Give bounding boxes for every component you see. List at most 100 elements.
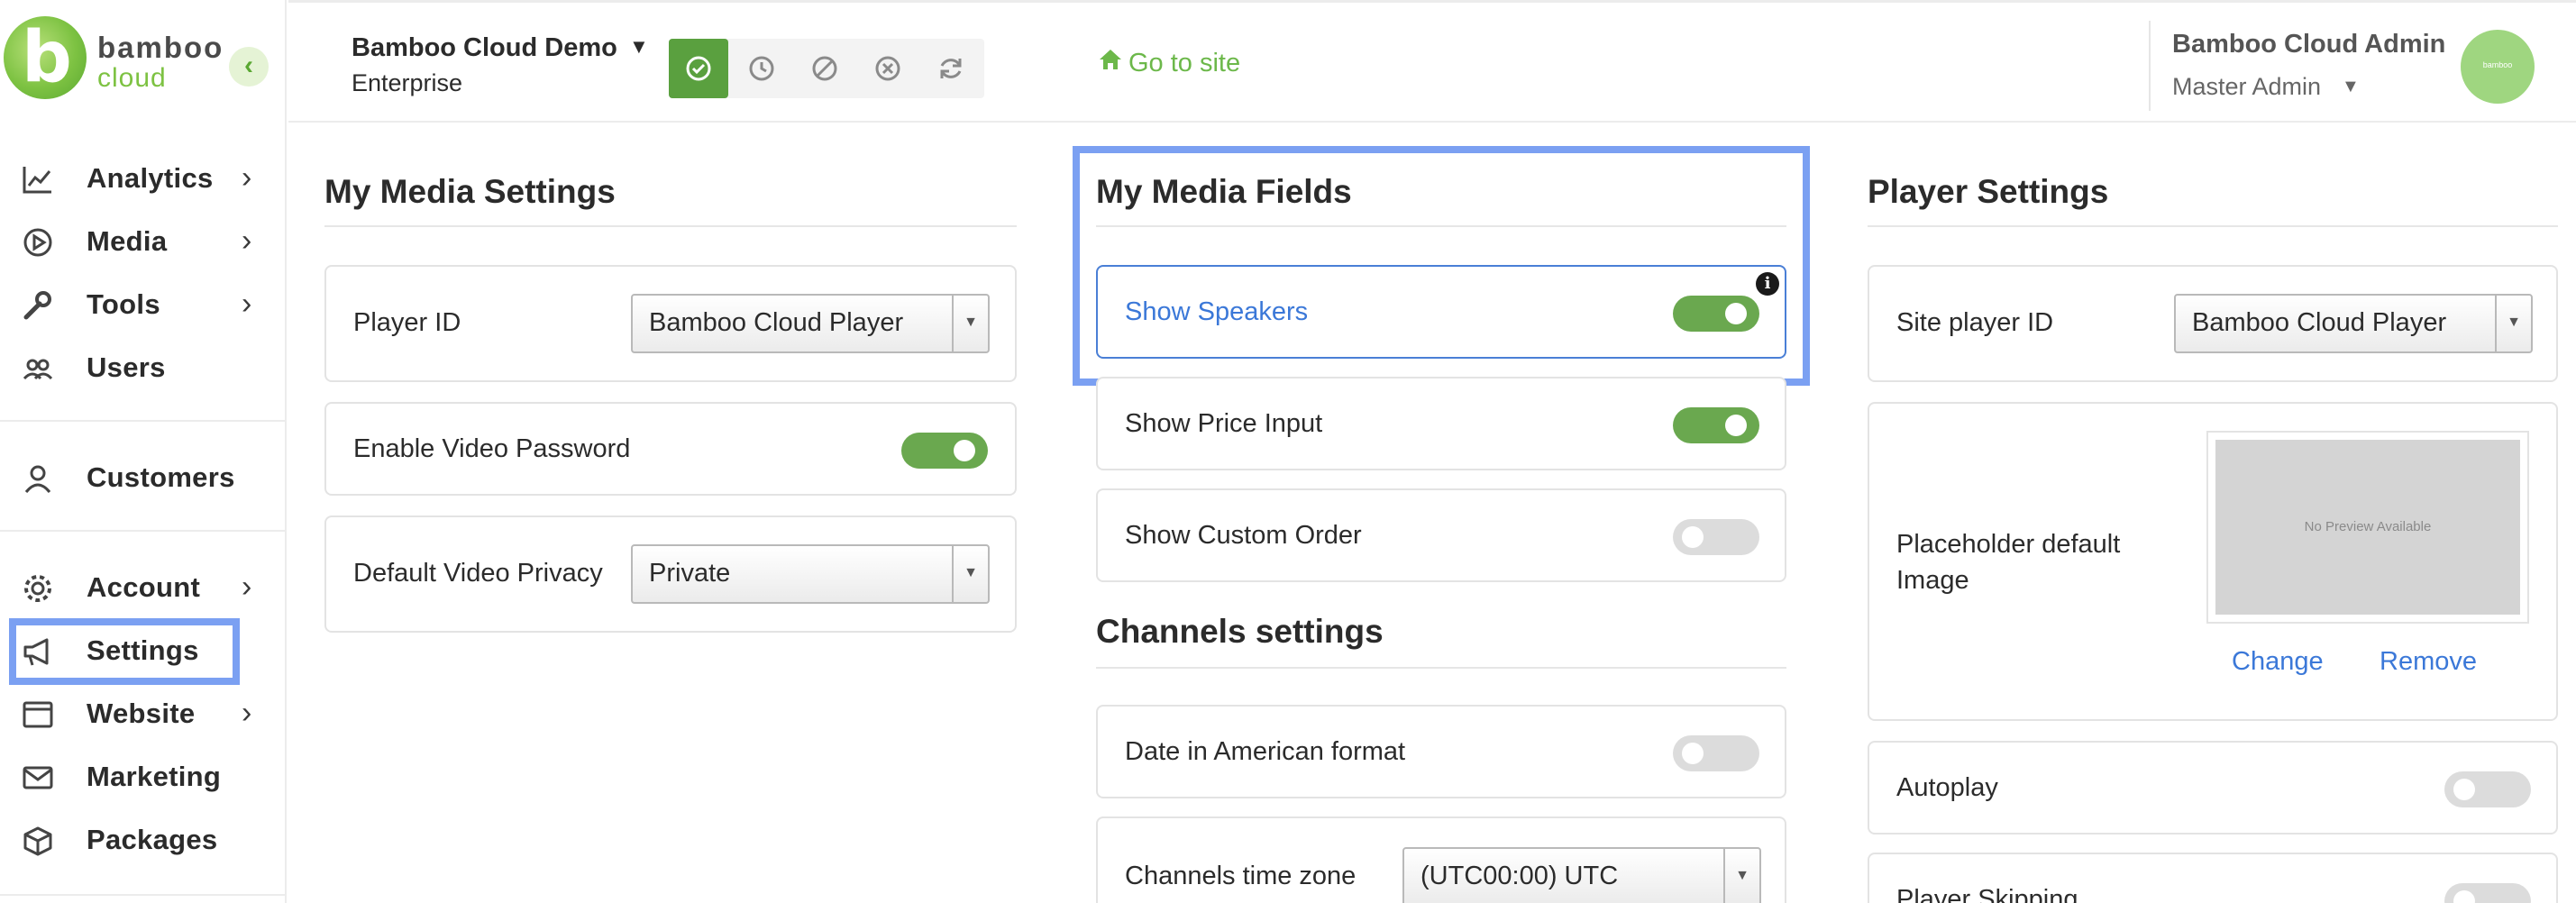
sidebar-divider	[0, 894, 287, 896]
chevron-right-icon: ›	[242, 287, 252, 321]
default-video-privacy-select[interactable]: Private ▼	[631, 544, 990, 604]
enable-video-password-toggle[interactable]	[901, 433, 988, 469]
sidebar-item-packages[interactable]: Packages	[0, 811, 287, 871]
date-american-format-toggle[interactable]	[1673, 735, 1759, 771]
channels-time-zone-card: Channels time zone (UTC00:00) UTC ▼	[1096, 816, 1786, 903]
autoplay-toggle[interactable]	[2444, 771, 2531, 807]
status-refresh-button[interactable]	[921, 39, 981, 98]
sidebar-item-media[interactable]: Media ›	[0, 213, 287, 272]
site-status-group	[669, 39, 984, 98]
preview-placeholder: No Preview Available	[2215, 440, 2520, 615]
player-skipping-label: Player Skipping	[1896, 885, 2078, 903]
sidebar-item-label: Packages	[87, 824, 218, 855]
show-price-input-toggle[interactable]	[1673, 407, 1759, 443]
toggle-knob	[1682, 743, 1704, 764]
site-player-id-label: Site player ID	[1896, 308, 2054, 337]
date-american-format-label: Date in American format	[1125, 737, 1406, 766]
show-custom-order-toggle[interactable]	[1673, 519, 1759, 555]
channels-settings-title: Channels settings	[1096, 613, 1384, 650]
site-player-id-select[interactable]: Bamboo Cloud Player ▼	[2174, 294, 2533, 353]
enable-video-password-label: Enable Video Password	[353, 434, 631, 463]
status-active-button[interactable]	[669, 39, 728, 98]
channels-time-zone-value: (UTC00:00) UTC	[1420, 862, 1619, 890]
toggle-knob	[1682, 526, 1704, 548]
status-disabled-button[interactable]	[795, 39, 854, 98]
sidebar-item-customers[interactable]: Customers	[0, 449, 287, 508]
chart-line-icon	[23, 167, 51, 194]
sidebar-item-website[interactable]: Website ›	[0, 685, 287, 744]
toggle-knob	[954, 440, 975, 461]
default-video-privacy-card: Default Video Privacy Private ▼	[324, 515, 1017, 633]
gear-icon	[24, 575, 51, 602]
show-custom-order-card: Show Custom Order	[1096, 488, 1786, 582]
avatar[interactable]: bamboo	[2461, 30, 2535, 104]
show-custom-order-label: Show Custom Order	[1125, 521, 1362, 550]
logo-text-bamboo: bamboo	[97, 31, 224, 64]
go-to-site-label: Go to site	[1128, 49, 1241, 78]
status-closed-button[interactable]	[858, 39, 918, 98]
sidebar-divider	[0, 420, 287, 422]
placeholder-image-label: Placeholder default Image	[1896, 530, 2121, 595]
date-american-format-card: Date in American format	[1096, 705, 1786, 798]
placeholder-image-preview: No Preview Available	[2206, 431, 2529, 624]
collapse-sidebar-button[interactable]: ‹	[229, 47, 269, 87]
toggle-knob	[2453, 890, 2475, 903]
box-icon	[23, 826, 52, 856]
sidebar: b bamboo cloud ‹ Analytics › Media › Too…	[0, 0, 287, 903]
user-role-dropdown[interactable]: Master Admin	[2172, 73, 2321, 101]
show-price-input-card: Show Price Input	[1096, 377, 1786, 470]
sidebar-item-account[interactable]: Account ›	[0, 559, 287, 618]
sidebar-item-label: Customers	[87, 461, 235, 493]
player-id-select[interactable]: Bamboo Cloud Player ▼	[631, 294, 990, 353]
select-arrow-icon: ▼	[1723, 849, 1759, 903]
site-name[interactable]: Bamboo Cloud Demo	[352, 33, 617, 63]
sidebar-item-users[interactable]: Users	[0, 339, 287, 398]
site-player-id-card: Site player ID Bamboo Cloud Player ▼	[1868, 265, 2558, 382]
avatar-logo: bamboo	[2482, 60, 2513, 69]
default-video-privacy-value: Private	[649, 559, 731, 588]
chevron-right-icon: ›	[242, 570, 252, 604]
play-circle-icon	[23, 228, 52, 257]
player-skipping-toggle[interactable]	[2444, 883, 2531, 903]
refresh-icon	[940, 59, 962, 78]
sidebar-item-analytics[interactable]: Analytics ›	[0, 150, 287, 209]
site-player-id-value: Bamboo Cloud Player	[2192, 308, 2447, 337]
envelope-icon	[23, 766, 53, 789]
top-header: Bamboo Cloud Demo ▼ Enterprise Go to sit…	[288, 0, 2576, 123]
select-arrow-icon: ▼	[2495, 296, 2531, 351]
settings-highlight-box	[9, 618, 240, 685]
change-image-link[interactable]: Change	[2232, 647, 2324, 677]
sidebar-item-label: Tools	[87, 288, 160, 320]
player-id-label: Player ID	[353, 308, 461, 337]
player-skipping-card: Player Skipping	[1868, 853, 2558, 903]
channels-time-zone-select[interactable]: (UTC00:00) UTC ▼	[1402, 847, 1761, 903]
wrench-icon	[23, 291, 51, 320]
autoplay-label: Autoplay	[1896, 773, 1998, 802]
caret-down-icon[interactable]: ▼	[2342, 77, 2360, 97]
caret-down-icon[interactable]: ▼	[629, 35, 649, 59]
my-media-settings-title: My Media Settings	[324, 173, 616, 210]
section-divider	[1096, 667, 1786, 669]
toggle-knob	[2453, 779, 2475, 800]
sidebar-item-tools[interactable]: Tools ›	[0, 276, 287, 335]
sidebar-item-label: Website	[87, 698, 196, 729]
remove-image-link[interactable]: Remove	[2380, 647, 2477, 677]
chevron-right-icon: ›	[242, 696, 252, 730]
select-arrow-icon: ▼	[952, 296, 988, 351]
sidebar-item-label: Analytics	[87, 162, 214, 194]
clock-icon	[749, 56, 774, 81]
sidebar-item-label: Marketing	[87, 761, 222, 792]
go-to-site-link[interactable]: Go to site	[1098, 48, 1240, 78]
media-fields-highlight-box	[1073, 146, 1810, 386]
sidebar-item-marketing[interactable]: Marketing	[0, 748, 287, 807]
sidebar-divider	[0, 530, 287, 532]
autoplay-card: Autoplay	[1868, 741, 2558, 835]
sidebar-item-label: Account	[87, 571, 201, 603]
section-divider	[324, 225, 1017, 227]
channels-time-zone-label: Channels time zone	[1125, 862, 1357, 890]
logo-mark: b	[4, 16, 87, 99]
status-scheduled-button[interactable]	[732, 39, 791, 98]
enable-video-password-card: Enable Video Password	[324, 402, 1017, 496]
player-settings-title: Player Settings	[1868, 173, 2109, 210]
chevron-right-icon: ›	[242, 160, 252, 195]
